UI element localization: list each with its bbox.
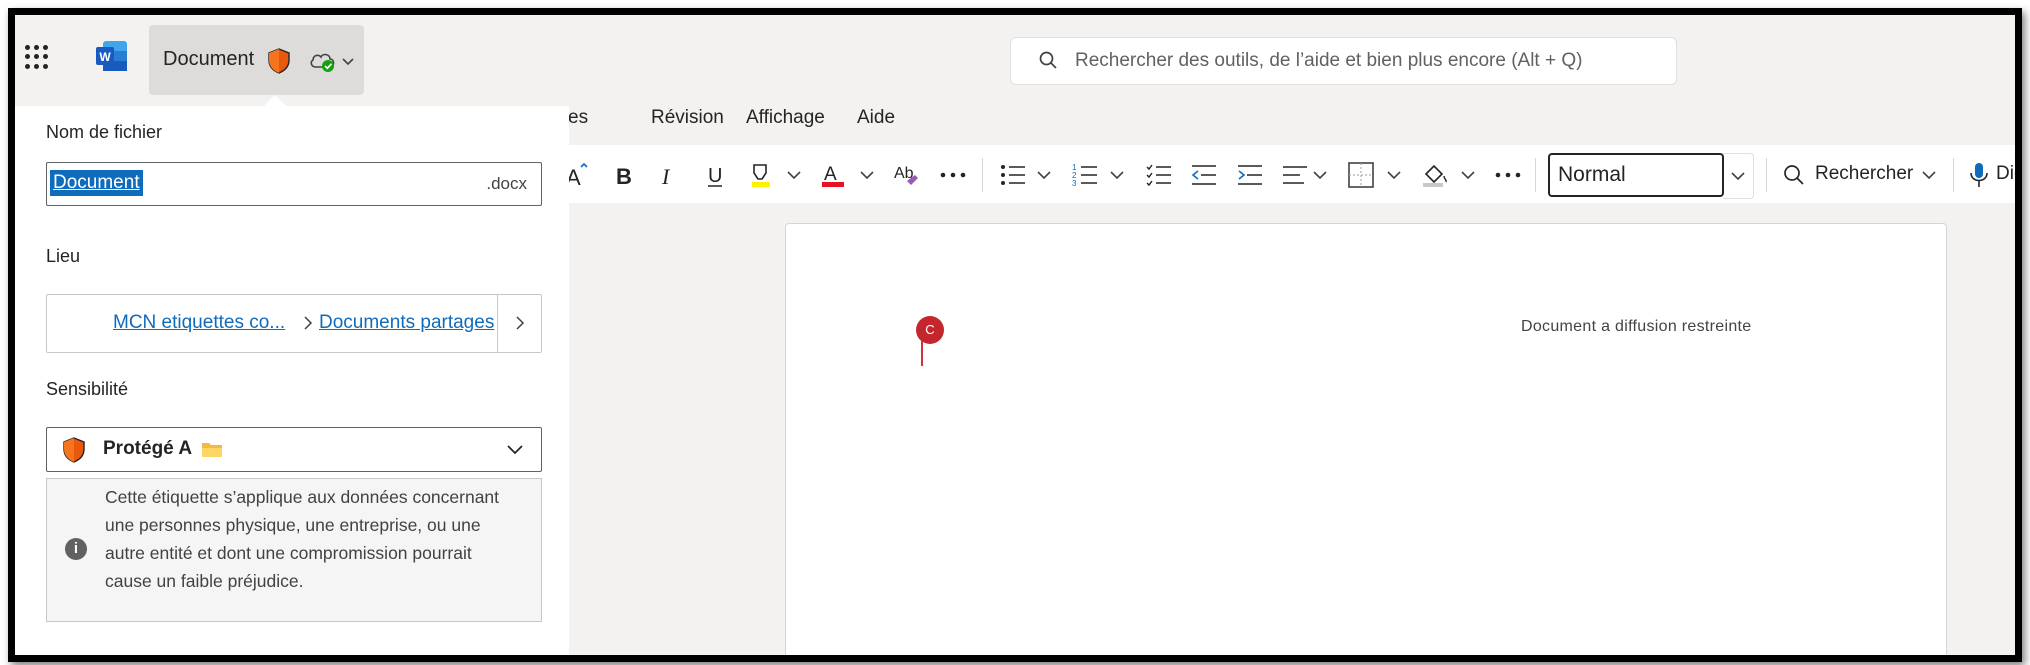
filename-field[interactable]: Document .docx	[46, 162, 542, 206]
chevron-right-icon	[516, 316, 525, 330]
more-icon[interactable]	[940, 161, 966, 189]
chevron-down-icon[interactable]	[1313, 161, 1327, 189]
document-title: Document	[163, 48, 255, 70]
file-info-panel: Nom de fichier Document .docx Lieu MCN e…	[15, 106, 569, 655]
chevron-down-icon	[1731, 172, 1745, 181]
document-header-text: Document a diffusion restreinte	[1521, 318, 1752, 335]
chevron-down-icon[interactable]	[860, 161, 874, 189]
sensitivity-dropdown[interactable]: Protégé A	[46, 427, 542, 472]
tab-aide[interactable]: Aide	[857, 107, 895, 129]
svg-text:A: A	[824, 164, 837, 185]
document-title-button[interactable]: Document	[149, 25, 364, 95]
location-expand-button[interactable]	[497, 295, 542, 352]
sensitivity-value: Protégé A	[103, 438, 193, 459]
checklist-icon[interactable]	[1146, 161, 1172, 189]
more-icon[interactable]	[1495, 161, 1521, 189]
coauthor-badge: C	[916, 316, 944, 344]
location-field: MCN etiquettes co... Documents partages	[46, 294, 542, 353]
underline-icon[interactable]: U	[705, 161, 725, 189]
search-box[interactable]	[1010, 37, 1677, 85]
sensitivity-description: Cette étiquette s’applique aux données c…	[105, 487, 500, 591]
numbering-icon[interactable]: 123	[1072, 161, 1098, 189]
divider	[1766, 158, 1767, 192]
sensitivity-description-box: i Cette étiquette s’applique aux données…	[46, 478, 542, 622]
format-painter-icon[interactable]: Ab	[893, 161, 921, 189]
sensitivity-label: Sensibilité	[46, 379, 129, 399]
word-icon[interactable]: W	[95, 39, 129, 73]
svg-text:B: B	[616, 164, 632, 189]
svg-text:U: U	[708, 165, 722, 187]
filename-label: Nom de fichier	[46, 122, 163, 142]
increase-indent-icon[interactable]	[1237, 161, 1263, 189]
chevron-down-icon[interactable]	[1461, 161, 1475, 189]
divider	[1535, 158, 1536, 192]
svg-text:I: I	[661, 164, 671, 189]
shading-icon[interactable]	[1422, 161, 1448, 189]
tab-revision[interactable]: Révision	[651, 107, 724, 129]
filename-extension: .docx	[486, 174, 527, 193]
folder-icon	[202, 443, 222, 457]
search-icon	[1039, 51, 1057, 69]
chevron-down-icon	[342, 58, 354, 66]
style-dropdown-button[interactable]	[1723, 153, 1754, 199]
align-icon[interactable]	[1282, 161, 1308, 189]
style-input[interactable]: Normal	[1548, 153, 1724, 197]
find-label[interactable]: Rechercher	[1815, 163, 1913, 185]
location-site-link[interactable]: MCN etiquettes co...	[113, 312, 285, 334]
divider	[982, 158, 983, 192]
search-icon	[1784, 165, 1804, 185]
location-label: Lieu	[46, 246, 81, 266]
sensitivity-shield-icon	[63, 437, 85, 463]
tab-affichage[interactable]: Affichage	[746, 107, 825, 129]
sensitivity-shield-icon	[268, 48, 290, 74]
style-value: Normal	[1558, 163, 1626, 186]
divider	[1953, 158, 1954, 192]
find-button[interactable]	[1783, 161, 1805, 189]
location-folder-link[interactable]: Documents partages	[319, 312, 494, 334]
top-bar: W Document	[15, 15, 2015, 105]
app-window: W Document es Révision	[8, 8, 2022, 662]
decrease-indent-icon[interactable]	[1191, 161, 1217, 189]
bold-icon[interactable]: B	[613, 161, 633, 189]
chevron-down-icon[interactable]	[1922, 161, 1936, 189]
chevron-down-icon[interactable]	[787, 161, 801, 189]
chevron-down-icon[interactable]	[1110, 161, 1124, 189]
font-color-icon[interactable]: A	[821, 161, 845, 189]
svg-text:W: W	[99, 50, 111, 64]
italic-icon[interactable]: I	[658, 161, 678, 189]
search-input[interactable]	[1073, 46, 1657, 76]
chevron-down-icon[interactable]	[1037, 161, 1051, 189]
document-page[interactable]: Document a diffusion restreinte C	[785, 223, 1947, 655]
chevron-right-icon	[304, 316, 313, 330]
app-launcher-icon[interactable]	[25, 45, 49, 69]
tab-mise-en-page[interactable]: es	[568, 107, 588, 129]
svg-text:3: 3	[1072, 179, 1077, 188]
bullets-icon[interactable]	[1000, 161, 1026, 189]
microphone-icon[interactable]	[1969, 161, 1989, 189]
chevron-down-icon[interactable]	[1387, 161, 1401, 189]
info-icon: i	[65, 538, 87, 560]
chevron-down-icon	[507, 445, 523, 455]
borders-icon[interactable]	[1348, 161, 1374, 189]
cloud-saved-icon	[310, 53, 335, 72]
filename-value[interactable]: Document	[50, 170, 143, 196]
highlight-icon[interactable]	[748, 161, 776, 189]
dictate-label[interactable]: Dic	[1996, 163, 2015, 185]
